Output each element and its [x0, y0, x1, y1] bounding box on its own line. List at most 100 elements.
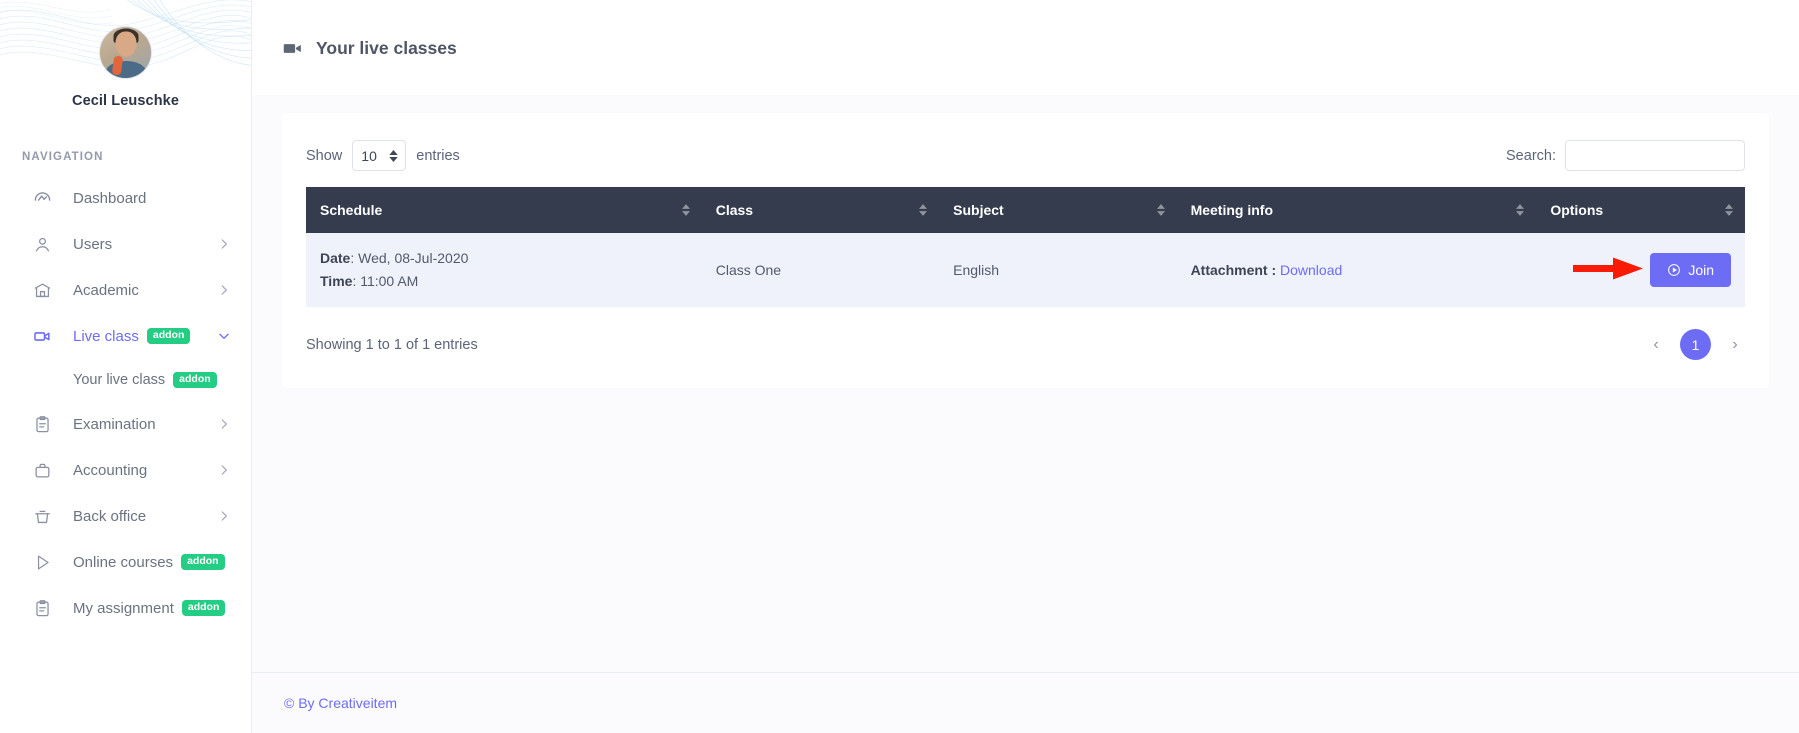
column-header-schedule[interactable]: Schedule	[306, 187, 702, 233]
cell-meeting-info: Attachment : Download	[1177, 233, 1537, 307]
entries-info: Showing 1 to 1 of 1 entries	[306, 337, 478, 353]
time-label: Time	[320, 273, 352, 289]
sidebar-item-label: Accounting	[73, 462, 147, 479]
sidebar-profile: Cecil Leuschke	[0, 0, 251, 109]
chevron-right-icon	[217, 283, 231, 297]
sort-icon	[919, 204, 927, 216]
download-link[interactable]: Download	[1280, 262, 1342, 278]
content-area: Show 10 entries Search:	[252, 95, 1799, 672]
cell-class: Class One	[702, 233, 939, 307]
attachment-label: Attachment :	[1191, 262, 1277, 278]
activity-icon	[32, 188, 52, 208]
page-header: Your live classes	[252, 0, 1799, 95]
cell-options: Join	[1536, 233, 1745, 307]
main-content: Your live classes Show 10 entries	[252, 0, 1799, 733]
search-label: Search:	[1506, 148, 1556, 164]
red-arrow-annotation	[1573, 256, 1645, 285]
profile-name: Cecil Leuschke	[0, 93, 251, 109]
sidebar-item-my-assignment[interactable]: My assignment addon	[0, 585, 251, 631]
sidebar-item-users[interactable]: Users	[0, 221, 251, 267]
printer-icon	[32, 506, 52, 526]
addon-badge: addon	[173, 372, 217, 388]
pagination: ‹ 1 ›	[1646, 329, 1745, 360]
schedule-date: Date: Wed, 08-Jul-2020	[320, 247, 688, 270]
sidebar: Cecil Leuschke NAVIGATION Dashboard User…	[0, 0, 252, 733]
pagination-prev[interactable]: ‹	[1646, 331, 1666, 359]
clipboard-icon	[32, 598, 52, 618]
sidebar-item-academic[interactable]: Academic	[0, 267, 251, 313]
sort-icon	[1516, 204, 1524, 216]
join-button-label: Join	[1688, 262, 1714, 278]
sidebar-item-label: My assignment	[73, 600, 174, 617]
page-title: Your live classes	[316, 38, 457, 59]
chevron-down-icon	[217, 329, 231, 343]
table-header-row: Schedule Class	[306, 187, 1745, 233]
avatar	[99, 26, 152, 79]
column-label: Subject	[953, 202, 1004, 218]
date-label: Date	[320, 250, 350, 266]
sidebar-item-dashboard[interactable]: Dashboard	[0, 175, 251, 221]
column-header-options[interactable]: Options	[1536, 187, 1745, 233]
sidebar-item-label: Examination	[73, 416, 156, 433]
video-icon	[32, 326, 52, 346]
sidebar-item-live-class[interactable]: Live class addon	[0, 313, 251, 359]
sidebar-item-accounting[interactable]: Accounting	[0, 447, 251, 493]
play-circle-icon	[1667, 263, 1681, 277]
chevron-right-icon	[217, 509, 231, 523]
cell-schedule: Date: Wed, 08-Jul-2020 Time: 11:00 AM	[306, 233, 702, 307]
sidebar-item-label: Academic	[73, 282, 139, 299]
copyright-text[interactable]: © By Creativeitem	[284, 695, 397, 711]
pagination-next[interactable]: ›	[1725, 331, 1745, 359]
table-controls: Show 10 entries Search:	[306, 135, 1745, 187]
sidebar-subitem-label: Your live class	[73, 372, 165, 388]
sidebar-nav: Dashboard Users Academic	[0, 175, 251, 631]
user-icon	[32, 234, 52, 254]
video-camera-icon	[282, 38, 303, 59]
page-footer: © By Creativeitem	[252, 672, 1799, 733]
search-input[interactable]	[1565, 140, 1745, 171]
pagination-page-1[interactable]: 1	[1680, 329, 1711, 360]
live-classes-card: Show 10 entries Search:	[282, 113, 1769, 388]
chevron-right-icon	[217, 463, 231, 477]
entries-select-value: 10	[361, 148, 377, 164]
clipboard-icon	[32, 414, 52, 434]
sidebar-item-examination[interactable]: Examination	[0, 401, 251, 447]
table-row: Date: Wed, 08-Jul-2020 Time: 11:00 AM Cl…	[306, 233, 1745, 307]
nav-section-heading: NAVIGATION	[22, 151, 251, 163]
table-head: Schedule Class	[306, 187, 1745, 233]
table-body: Date: Wed, 08-Jul-2020 Time: 11:00 AM Cl…	[306, 233, 1745, 307]
column-header-class[interactable]: Class	[702, 187, 939, 233]
sidebar-item-online-courses[interactable]: Online courses addon	[0, 539, 251, 585]
column-label: Schedule	[320, 202, 382, 218]
institution-icon	[32, 280, 52, 300]
column-label: Options	[1550, 202, 1603, 218]
sort-icon	[682, 204, 690, 216]
chevron-right-icon	[217, 417, 231, 431]
sidebar-item-label: Dashboard	[73, 190, 146, 207]
play-icon	[32, 552, 52, 572]
schedule-time: Time: 11:00 AM	[320, 270, 688, 293]
cell-subject: English	[939, 233, 1176, 307]
date-value: : Wed, 08-Jul-2020	[350, 250, 468, 266]
column-label: Meeting info	[1191, 202, 1273, 218]
sidebar-item-your-live-class[interactable]: Your live class addon	[0, 359, 251, 401]
entries-select[interactable]: 10	[352, 140, 406, 171]
addon-badge: addon	[181, 554, 225, 570]
app-root: Cecil Leuschke NAVIGATION Dashboard User…	[0, 0, 1799, 733]
sidebar-item-label: Live class	[73, 328, 139, 345]
addon-badge: addon	[147, 328, 191, 344]
search-control: Search:	[1506, 140, 1745, 171]
sidebar-item-label: Online courses	[73, 554, 173, 571]
attachment-line: Attachment : Download	[1191, 262, 1523, 278]
column-header-meeting-info[interactable]: Meeting info	[1177, 187, 1537, 233]
join-button[interactable]: Join	[1650, 253, 1731, 287]
briefcase-icon	[32, 460, 52, 480]
chevron-updown-icon	[389, 150, 398, 162]
column-header-subject[interactable]: Subject	[939, 187, 1176, 233]
sidebar-item-back-office[interactable]: Back office	[0, 493, 251, 539]
time-value: : 11:00 AM	[352, 273, 418, 289]
sidebar-item-label: Users	[73, 236, 112, 253]
chevron-right-icon	[217, 237, 231, 251]
table-footer: Showing 1 to 1 of 1 entries ‹ 1 ›	[306, 307, 1745, 364]
sort-icon	[1725, 204, 1733, 216]
